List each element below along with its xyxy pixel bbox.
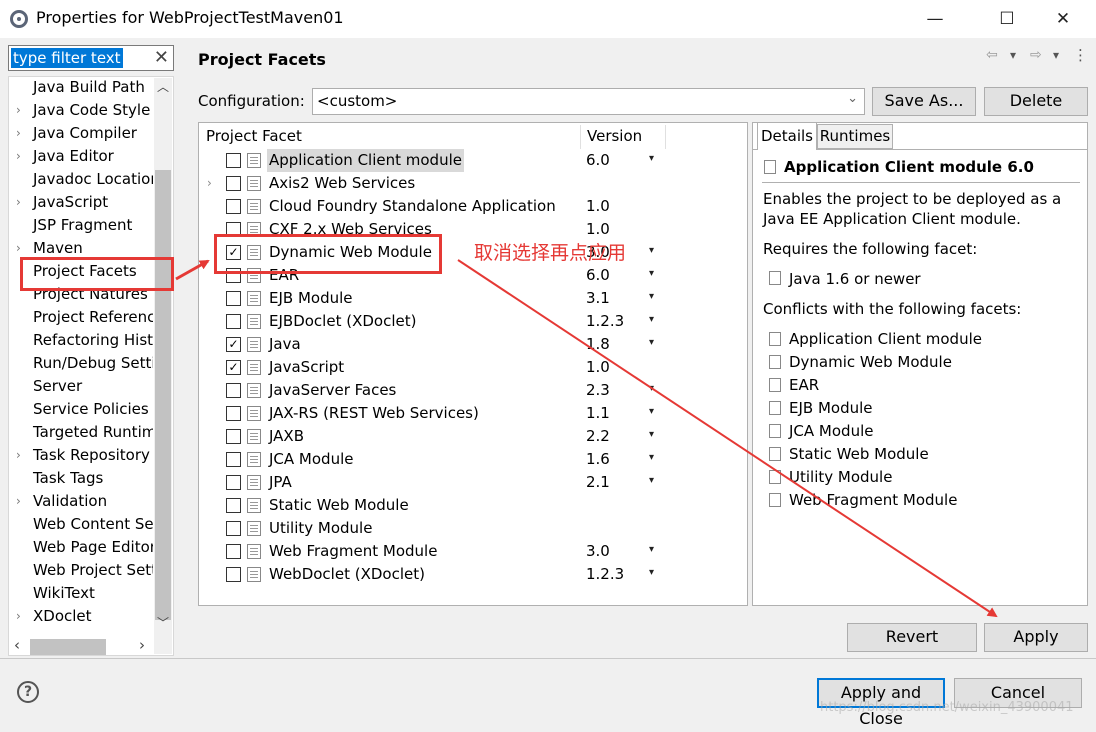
watermark: https://blog.csdn.net/weixin_43900041 [820,700,1074,715]
arrow-to-apply [457,259,998,618]
arrow-to-facet [175,259,210,281]
annotation-arrows [175,259,998,618]
